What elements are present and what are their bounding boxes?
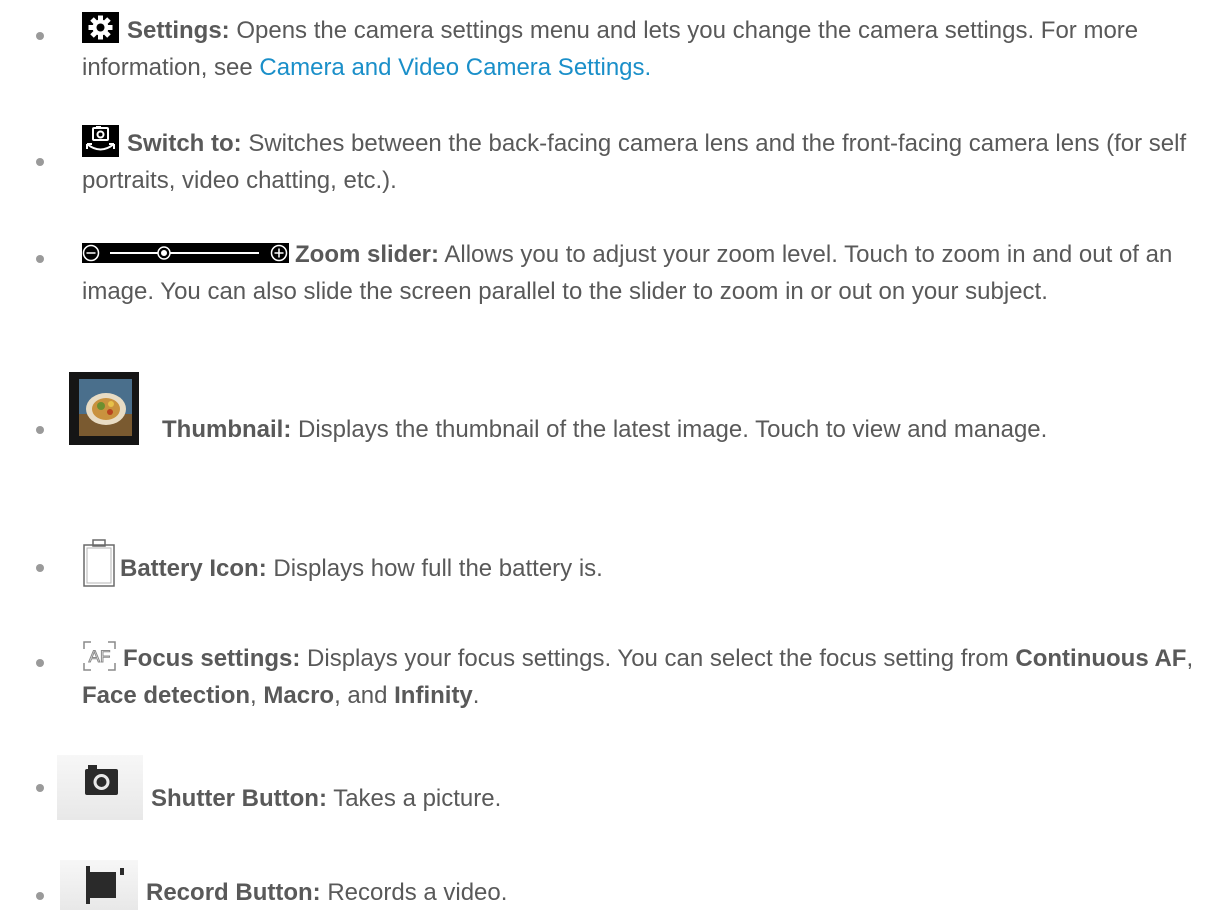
item-term: Shutter Button:: [151, 785, 327, 812]
item-term: Battery Icon:: [120, 555, 267, 582]
item-term: Thumbnail:: [162, 416, 292, 443]
bullet: [36, 255, 44, 263]
item-description: Records a video.: [320, 879, 508, 906]
focus-option: Infinity: [394, 682, 473, 709]
item-term: Record Button:: [146, 879, 321, 906]
bullet: [36, 784, 44, 792]
item-term: Zoom slider:: [295, 241, 440, 268]
bullet: [36, 426, 44, 434]
separator: ,: [250, 682, 264, 709]
bullet: [36, 659, 44, 667]
item-description: Switches between the back-facing camera …: [82, 130, 1187, 194]
item-description: Displays the thumbnail of the latest ima…: [291, 416, 1048, 443]
item-term: Focus settings:: [123, 645, 301, 672]
camera-settings-link[interactable]: Camera and Video Camera Settings.: [259, 54, 651, 81]
item-term: Settings:: [127, 17, 230, 44]
bullet: [36, 564, 44, 572]
item-content: Record Button: Records a video.: [60, 860, 1198, 911]
gear-icon: [82, 12, 119, 43]
item-description: Displays your focus settings. You can se…: [300, 645, 1016, 672]
bullet: [36, 158, 44, 166]
focus-option: Continuous AF: [1015, 645, 1187, 672]
item-content: AF Focus settings: Displays your focus s…: [82, 640, 1198, 714]
video-camera-icon: [60, 860, 138, 910]
item-content: Zoom slider: Allows you to adjust your z…: [82, 236, 1198, 310]
svg-text:AF: AF: [89, 647, 111, 666]
separator: ,: [1186, 645, 1194, 672]
item-content: Settings: Opens the camera settings menu…: [82, 12, 1198, 86]
switch-camera-icon: [82, 125, 119, 157]
bullet: [36, 32, 44, 40]
item-content: Switch to: Switches between the back-fac…: [82, 125, 1198, 199]
battery-icon: [82, 538, 116, 588]
item-term: Switch to:: [127, 130, 242, 157]
item-content: Battery Icon: Displays how full the batt…: [82, 538, 1198, 588]
focus-af-icon: AF: [82, 640, 117, 672]
item-content: Thumbnail: Displays the thumbnail of the…: [69, 372, 1198, 448]
bullet: [36, 892, 44, 900]
thumbnail-image-icon: [69, 372, 139, 445]
item-content: Shutter Button: Takes a picture.: [57, 755, 1198, 820]
item-description: Displays how full the battery is.: [266, 555, 603, 582]
zoom-slider-icon: [82, 243, 289, 263]
separator: , and: [334, 682, 395, 709]
camera-shutter-icon: [57, 755, 143, 820]
camera-controls-document: Settings: Opens the camera settings menu…: [0, 0, 1218, 910]
item-description: Takes a picture.: [326, 785, 502, 812]
focus-option: Face detection: [82, 682, 251, 709]
end-punctuation: .: [472, 682, 480, 709]
focus-option: Macro: [263, 682, 335, 709]
